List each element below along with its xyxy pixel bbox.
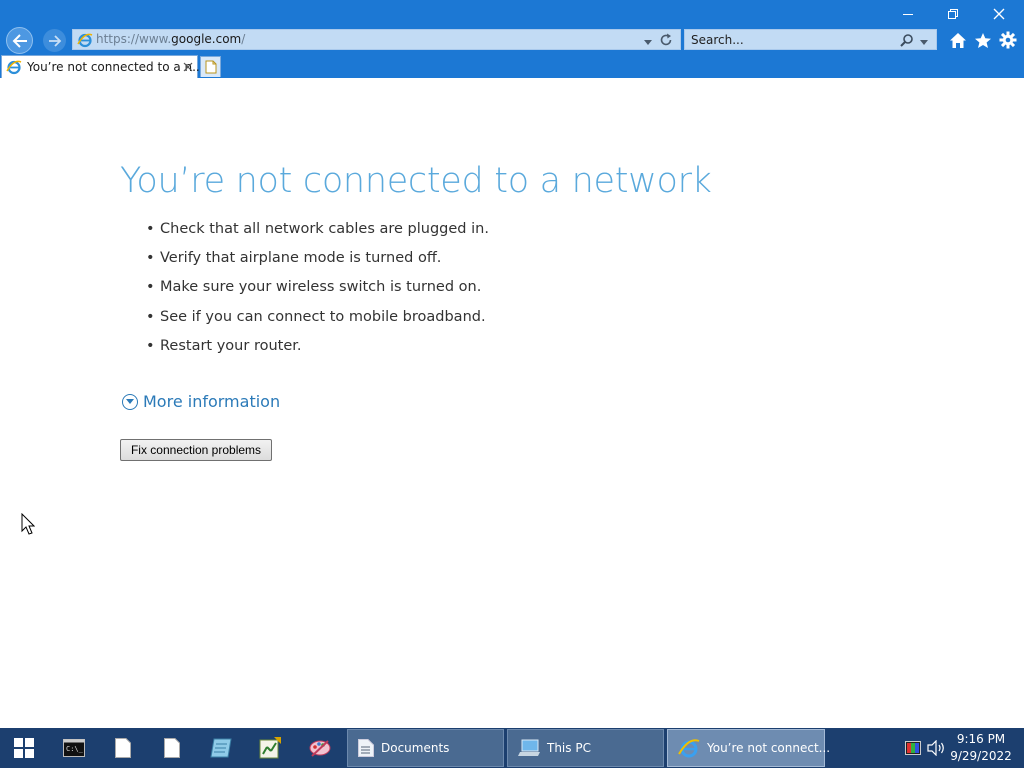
- troubleshooting-list: • Check that all network cables are plugg…: [146, 221, 489, 367]
- command-prompt-icon: C:\_: [63, 739, 85, 757]
- taskbar-spreadsheet[interactable]: [246, 728, 294, 768]
- back-arrow-icon: [12, 33, 27, 48]
- clock-time: 9:16 PM: [956, 732, 1006, 746]
- list-item: • Restart your router.: [146, 337, 302, 354]
- task-label: You’re not connect...: [707, 741, 831, 755]
- list-item: • Make sure your wireless switch is turne…: [146, 279, 482, 296]
- list-item: • Verify that airplane mode is turned off…: [146, 250, 442, 267]
- ie-icon: [678, 737, 700, 759]
- tab-label: You’re not connected to a n...: [27, 60, 204, 74]
- taskbar-clock[interactable]: 9:16 PM 9/29/2022: [944, 731, 1018, 765]
- close-tab-icon[interactable]: [182, 59, 194, 78]
- search-dropdown-icon[interactable]: [919, 33, 929, 52]
- url-scheme: https://www.: [96, 32, 172, 46]
- ie-icon: [77, 32, 93, 52]
- tab-row: You’re not connected to a n...: [0, 55, 1024, 78]
- search-box[interactable]: Search...: [684, 29, 937, 50]
- taskbar: C:\_ Documents This PC You’re not connec…: [0, 728, 1024, 768]
- task-label: Documents: [381, 741, 450, 755]
- taskbar-command-prompt[interactable]: C:\_: [50, 728, 98, 768]
- new-tab-button[interactable]: [200, 56, 221, 77]
- page-content: You’re not connected to a network • Check…: [0, 78, 1024, 728]
- computer-icon: [518, 739, 540, 757]
- start-button[interactable]: [0, 728, 48, 768]
- taskbar-file-1[interactable]: [99, 728, 147, 768]
- file-icon: [115, 738, 131, 758]
- search-icon[interactable]: [899, 32, 915, 51]
- taskbar-task-ie[interactable]: You’re not connect...: [667, 729, 830, 767]
- clock-date: 9/29/2022: [950, 749, 1012, 763]
- task-label: This PC: [547, 741, 591, 755]
- spreadsheet-icon: [259, 737, 281, 759]
- document-icon: [358, 739, 374, 757]
- close-icon: [993, 8, 1005, 20]
- tab-active[interactable]: You’re not connected to a n...: [1, 55, 204, 79]
- gear-icon: [999, 31, 1017, 49]
- paint-icon: [309, 740, 331, 757]
- file-icon: [164, 738, 180, 758]
- favorites-star-icon: [975, 32, 991, 48]
- tools-button[interactable]: [998, 30, 1018, 50]
- minimize-icon: [903, 14, 913, 15]
- url-path: /: [241, 32, 246, 46]
- url-text[interactable]: https://www.google.com/: [96, 32, 245, 46]
- address-bar[interactable]: https://www.google.com/: [72, 29, 681, 50]
- forward-button[interactable]: [43, 29, 66, 52]
- taskbar-task-documents[interactable]: Documents: [347, 729, 504, 767]
- chevron-down-icon: [122, 393, 138, 410]
- page-title: You’re not connected to a network: [120, 161, 712, 201]
- windows-start-icon: [14, 738, 34, 758]
- url-host: google.com: [171, 32, 242, 46]
- speaker-icon[interactable]: [927, 740, 945, 756]
- new-tab-icon: [205, 60, 216, 74]
- back-button[interactable]: [6, 27, 33, 54]
- notepad-icon: [210, 738, 232, 758]
- more-information-link[interactable]: More information: [122, 392, 280, 411]
- taskbar-file-2[interactable]: [148, 728, 196, 768]
- list-item: • Check that all network cables are plugg…: [146, 221, 489, 237]
- home-icon: [950, 32, 966, 48]
- more-information-label: More information: [143, 392, 281, 411]
- minimize-button[interactable]: [885, 0, 931, 28]
- mouse-cursor-icon: [21, 513, 35, 535]
- taskbar-task-this-pc[interactable]: This PC: [507, 729, 664, 767]
- forward-arrow-icon: [48, 34, 61, 47]
- search-placeholder: Search...: [691, 33, 744, 47]
- home-button[interactable]: [948, 30, 968, 50]
- dropdown-icon[interactable]: [643, 33, 653, 52]
- restore-button[interactable]: [930, 0, 976, 28]
- taskbar-paint[interactable]: [296, 728, 344, 768]
- browser-chrome: https://www.google.com/ Search... You’re…: [0, 0, 1024, 78]
- close-window-button[interactable]: [976, 0, 1022, 28]
- refresh-icon[interactable]: [659, 32, 673, 51]
- taskbar-notepad[interactable]: [197, 728, 245, 768]
- system-tray: [900, 728, 945, 768]
- color-display-icon[interactable]: [905, 741, 921, 755]
- favorites-button[interactable]: [973, 30, 993, 50]
- restore-icon: [948, 9, 958, 19]
- ie-icon: [6, 59, 22, 79]
- svg-text:C:\_: C:\_: [66, 745, 84, 753]
- fix-connection-button[interactable]: Fix connection problems: [120, 439, 272, 461]
- list-item: • See if you can connect to mobile broadb…: [146, 308, 486, 325]
